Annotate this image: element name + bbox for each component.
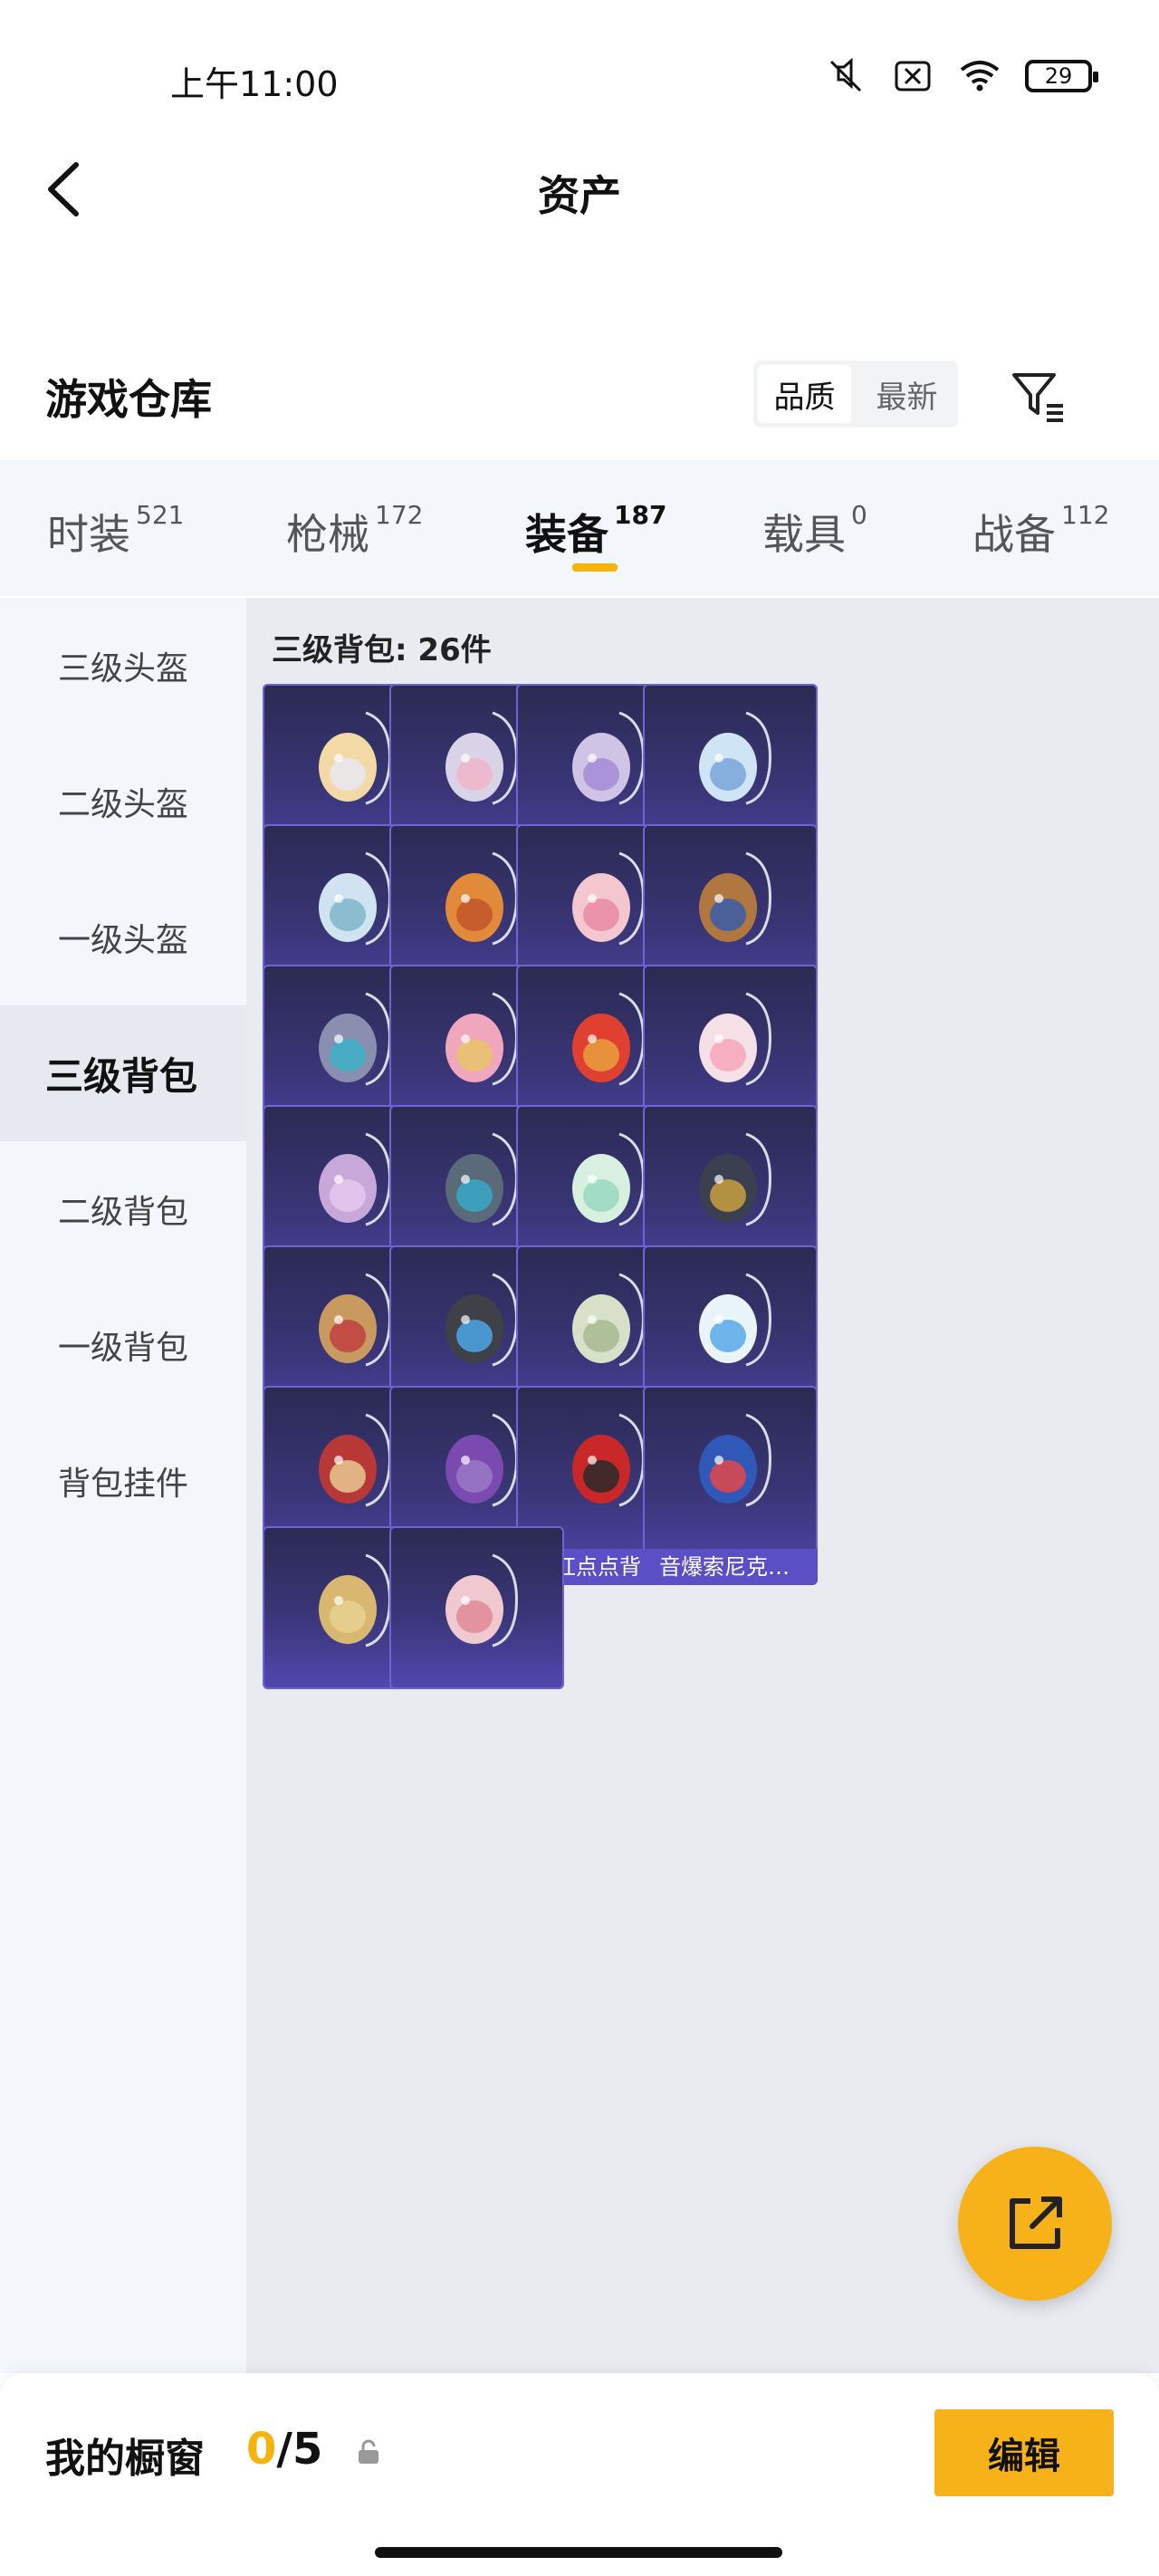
tab-label: 载具	[762, 510, 846, 559]
share-button[interactable]	[958, 2147, 1112, 2301]
page-title: 资产	[538, 171, 621, 220]
sidebar-item-backpack-3[interactable]: 三级背包	[0, 1005, 246, 1141]
backpack-icon	[699, 1132, 771, 1226]
sim-off-icon	[891, 58, 934, 94]
backpack-icon	[699, 1413, 771, 1507]
home-indicator	[375, 2547, 782, 2558]
backpack-icon	[572, 711, 645, 805]
tab-count: 0	[851, 500, 867, 530]
item-card[interactable]: 音爆索尼克…	[643, 1386, 818, 1585]
tab-count: 172	[375, 500, 424, 530]
backpack-icon	[319, 851, 391, 946]
backpack-icon	[699, 992, 771, 1086]
sidebar-item-backpack-charm[interactable]: 背包挂件	[0, 1413, 246, 1549]
backpack-icon	[319, 1553, 391, 1648]
tab-fashion[interactable]: 时装 521	[47, 500, 185, 562]
backpack-icon	[445, 711, 518, 805]
backpack-icon	[319, 1413, 391, 1507]
backpack-icon	[699, 711, 771, 805]
showcase-total: /5	[276, 2424, 323, 2475]
warehouse-header: 游戏仓库 品质 最新	[0, 335, 1159, 453]
tab-label: 时装	[47, 510, 130, 559]
sidebar-item-helmet-1[interactable]: 一级头盔	[0, 870, 246, 1005]
backpack-icon	[445, 992, 518, 1086]
backpack-icon	[445, 1132, 518, 1226]
tab-guns[interactable]: 枪械 172	[286, 500, 424, 562]
status-bar: 上午11:00 29	[0, 0, 1159, 154]
backpack-icon	[445, 1273, 518, 1367]
backpack-icon	[319, 1273, 391, 1367]
top-nav: 资产	[0, 136, 1159, 299]
showcase-count: 0/5	[246, 2424, 322, 2475]
backpack-icon	[699, 851, 771, 946]
backpack-icon	[319, 1132, 391, 1226]
backpack-icon	[572, 1132, 645, 1226]
tab-count: 521	[136, 500, 185, 530]
showcase-current: 0	[246, 2424, 277, 2475]
status-icons: 29	[824, 58, 1098, 94]
backpack-icon	[445, 1553, 518, 1648]
showcase-bar: 我的橱窗 0/5 编辑	[0, 2373, 1159, 2576]
backpack-icon	[699, 1273, 771, 1367]
backpack-icon	[572, 992, 645, 1086]
tab-label: 战备	[972, 510, 1056, 559]
wifi-icon	[958, 58, 1001, 94]
mute-icon	[824, 58, 867, 94]
tab-supplies[interactable]: 战备 112	[972, 500, 1110, 562]
lock-icon	[355, 2438, 382, 2465]
tab-equipment[interactable]: 装备 187	[525, 500, 667, 562]
status-time: 上午11:00	[170, 64, 339, 104]
sidebar-item-backpack-2[interactable]: 二级背包	[0, 1141, 246, 1277]
active-tab-indicator	[572, 563, 618, 572]
item-card[interactable]	[389, 1526, 564, 1689]
tab-count: 112	[1061, 500, 1110, 530]
battery-icon: 29	[1025, 60, 1098, 92]
sort-newest-button[interactable]: 最新	[860, 365, 953, 423]
section-title: 三级背包: 26件	[272, 632, 492, 668]
backpack-icon	[319, 711, 391, 805]
assets-page: 上午11:00 29 资产 游戏仓库 品质 最新 时装 521 枪械 172 装…	[0, 0, 1159, 2576]
filter-icon[interactable]	[1009, 366, 1068, 426]
backpack-icon	[445, 851, 518, 946]
backpack-icon	[572, 1413, 645, 1507]
subcategory-sidebar: 三级头盔 二级头盔 一级头盔 三级背包 二级背包 一级背包 背包挂件	[0, 598, 246, 2373]
warehouse-title: 游戏仓库	[45, 375, 212, 424]
item-grid-panel: 三级背包: 26件 其乐融融背…彩旗巡礼背…锦灰蝶梦背…洛神天依背…花中眠背包(…	[246, 598, 1159, 2373]
sort-toggle: 品质 最新	[753, 360, 958, 428]
item-name: 音爆索尼克…	[643, 1549, 818, 1585]
backpack-icon	[445, 1413, 518, 1507]
showcase-label: 我的橱窗	[45, 2436, 205, 2482]
tab-label: 枪械	[286, 510, 369, 559]
tab-label: 装备	[525, 510, 608, 559]
sidebar-item-helmet-2[interactable]: 二级头盔	[0, 734, 246, 870]
backpack-icon	[319, 992, 391, 1086]
tab-vehicles[interactable]: 载具 0	[762, 500, 867, 562]
sidebar-item-backpack-1[interactable]: 一级背包	[0, 1277, 246, 1413]
edit-button[interactable]: 编辑	[934, 2409, 1114, 2496]
backpack-icon	[572, 1273, 645, 1367]
share-external-icon	[1010, 2196, 1062, 2249]
backpack-icon	[572, 851, 645, 946]
sidebar-item-helmet-3[interactable]: 三级头盔	[0, 598, 246, 734]
category-tabs: 时装 521 枪械 172 装备 187 载具 0 战备 112	[0, 460, 1159, 596]
tab-count: 187	[614, 500, 667, 530]
sort-quality-button[interactable]: 品质	[758, 365, 851, 423]
